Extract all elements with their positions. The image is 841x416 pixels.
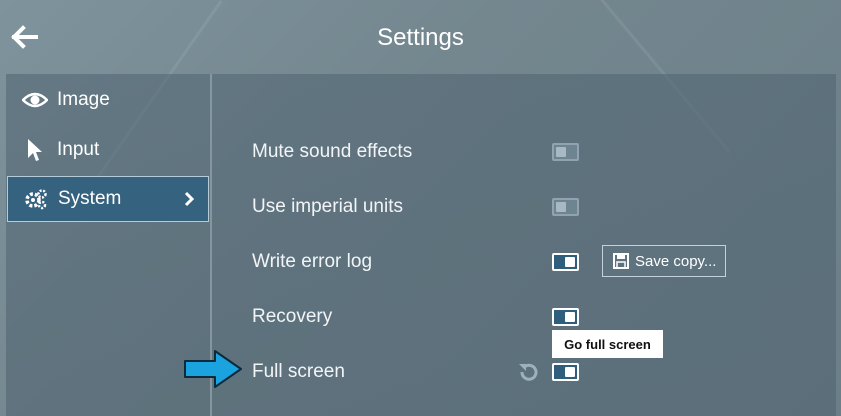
toggle-knob	[556, 202, 566, 212]
mute-sound-effects-toggle[interactable]	[552, 143, 579, 161]
toggle-knob	[565, 257, 575, 267]
eye-icon	[21, 91, 49, 109]
mute-sound-effects-label: Mute sound effects	[252, 141, 413, 162]
write-error-log-toggle[interactable]	[552, 253, 579, 271]
pointer-arrow-icon	[184, 350, 242, 388]
header: Settings	[0, 0, 841, 74]
recovery-toggle[interactable]	[552, 308, 579, 326]
full-screen-label: Full screen	[252, 361, 345, 382]
use-imperial-units-toggle[interactable]	[552, 198, 579, 216]
floppy-disk-icon	[613, 253, 629, 269]
sidebar-item-input[interactable]: Input	[7, 127, 209, 173]
reset-icon[interactable]	[516, 360, 540, 384]
sidebar-item-label: Input	[57, 139, 100, 160]
chevron-right-icon	[184, 191, 195, 213]
recovery-label: Recovery	[252, 306, 333, 327]
use-imperial-units-label: Use imperial units	[252, 196, 403, 217]
toggle-knob	[565, 367, 575, 377]
sidebar-item-label: System	[58, 188, 122, 209]
save-copy-button[interactable]: Save copy...	[602, 245, 726, 277]
gears-icon	[22, 188, 50, 210]
page-title: Settings	[377, 24, 464, 51]
toggle-knob	[565, 312, 575, 322]
sidebar-item-system[interactable]: System	[7, 176, 209, 222]
sidebar-item-label: Image	[57, 89, 110, 110]
full-screen-toggle[interactable]	[552, 363, 579, 381]
sidebar-item-image[interactable]: Image	[7, 77, 209, 123]
cursor-icon	[21, 138, 49, 162]
toggle-knob	[556, 147, 566, 157]
write-error-log-label: Write error log	[252, 251, 373, 272]
tooltip: Go full screen	[552, 330, 663, 358]
save-copy-label: Save copy...	[635, 252, 717, 270]
